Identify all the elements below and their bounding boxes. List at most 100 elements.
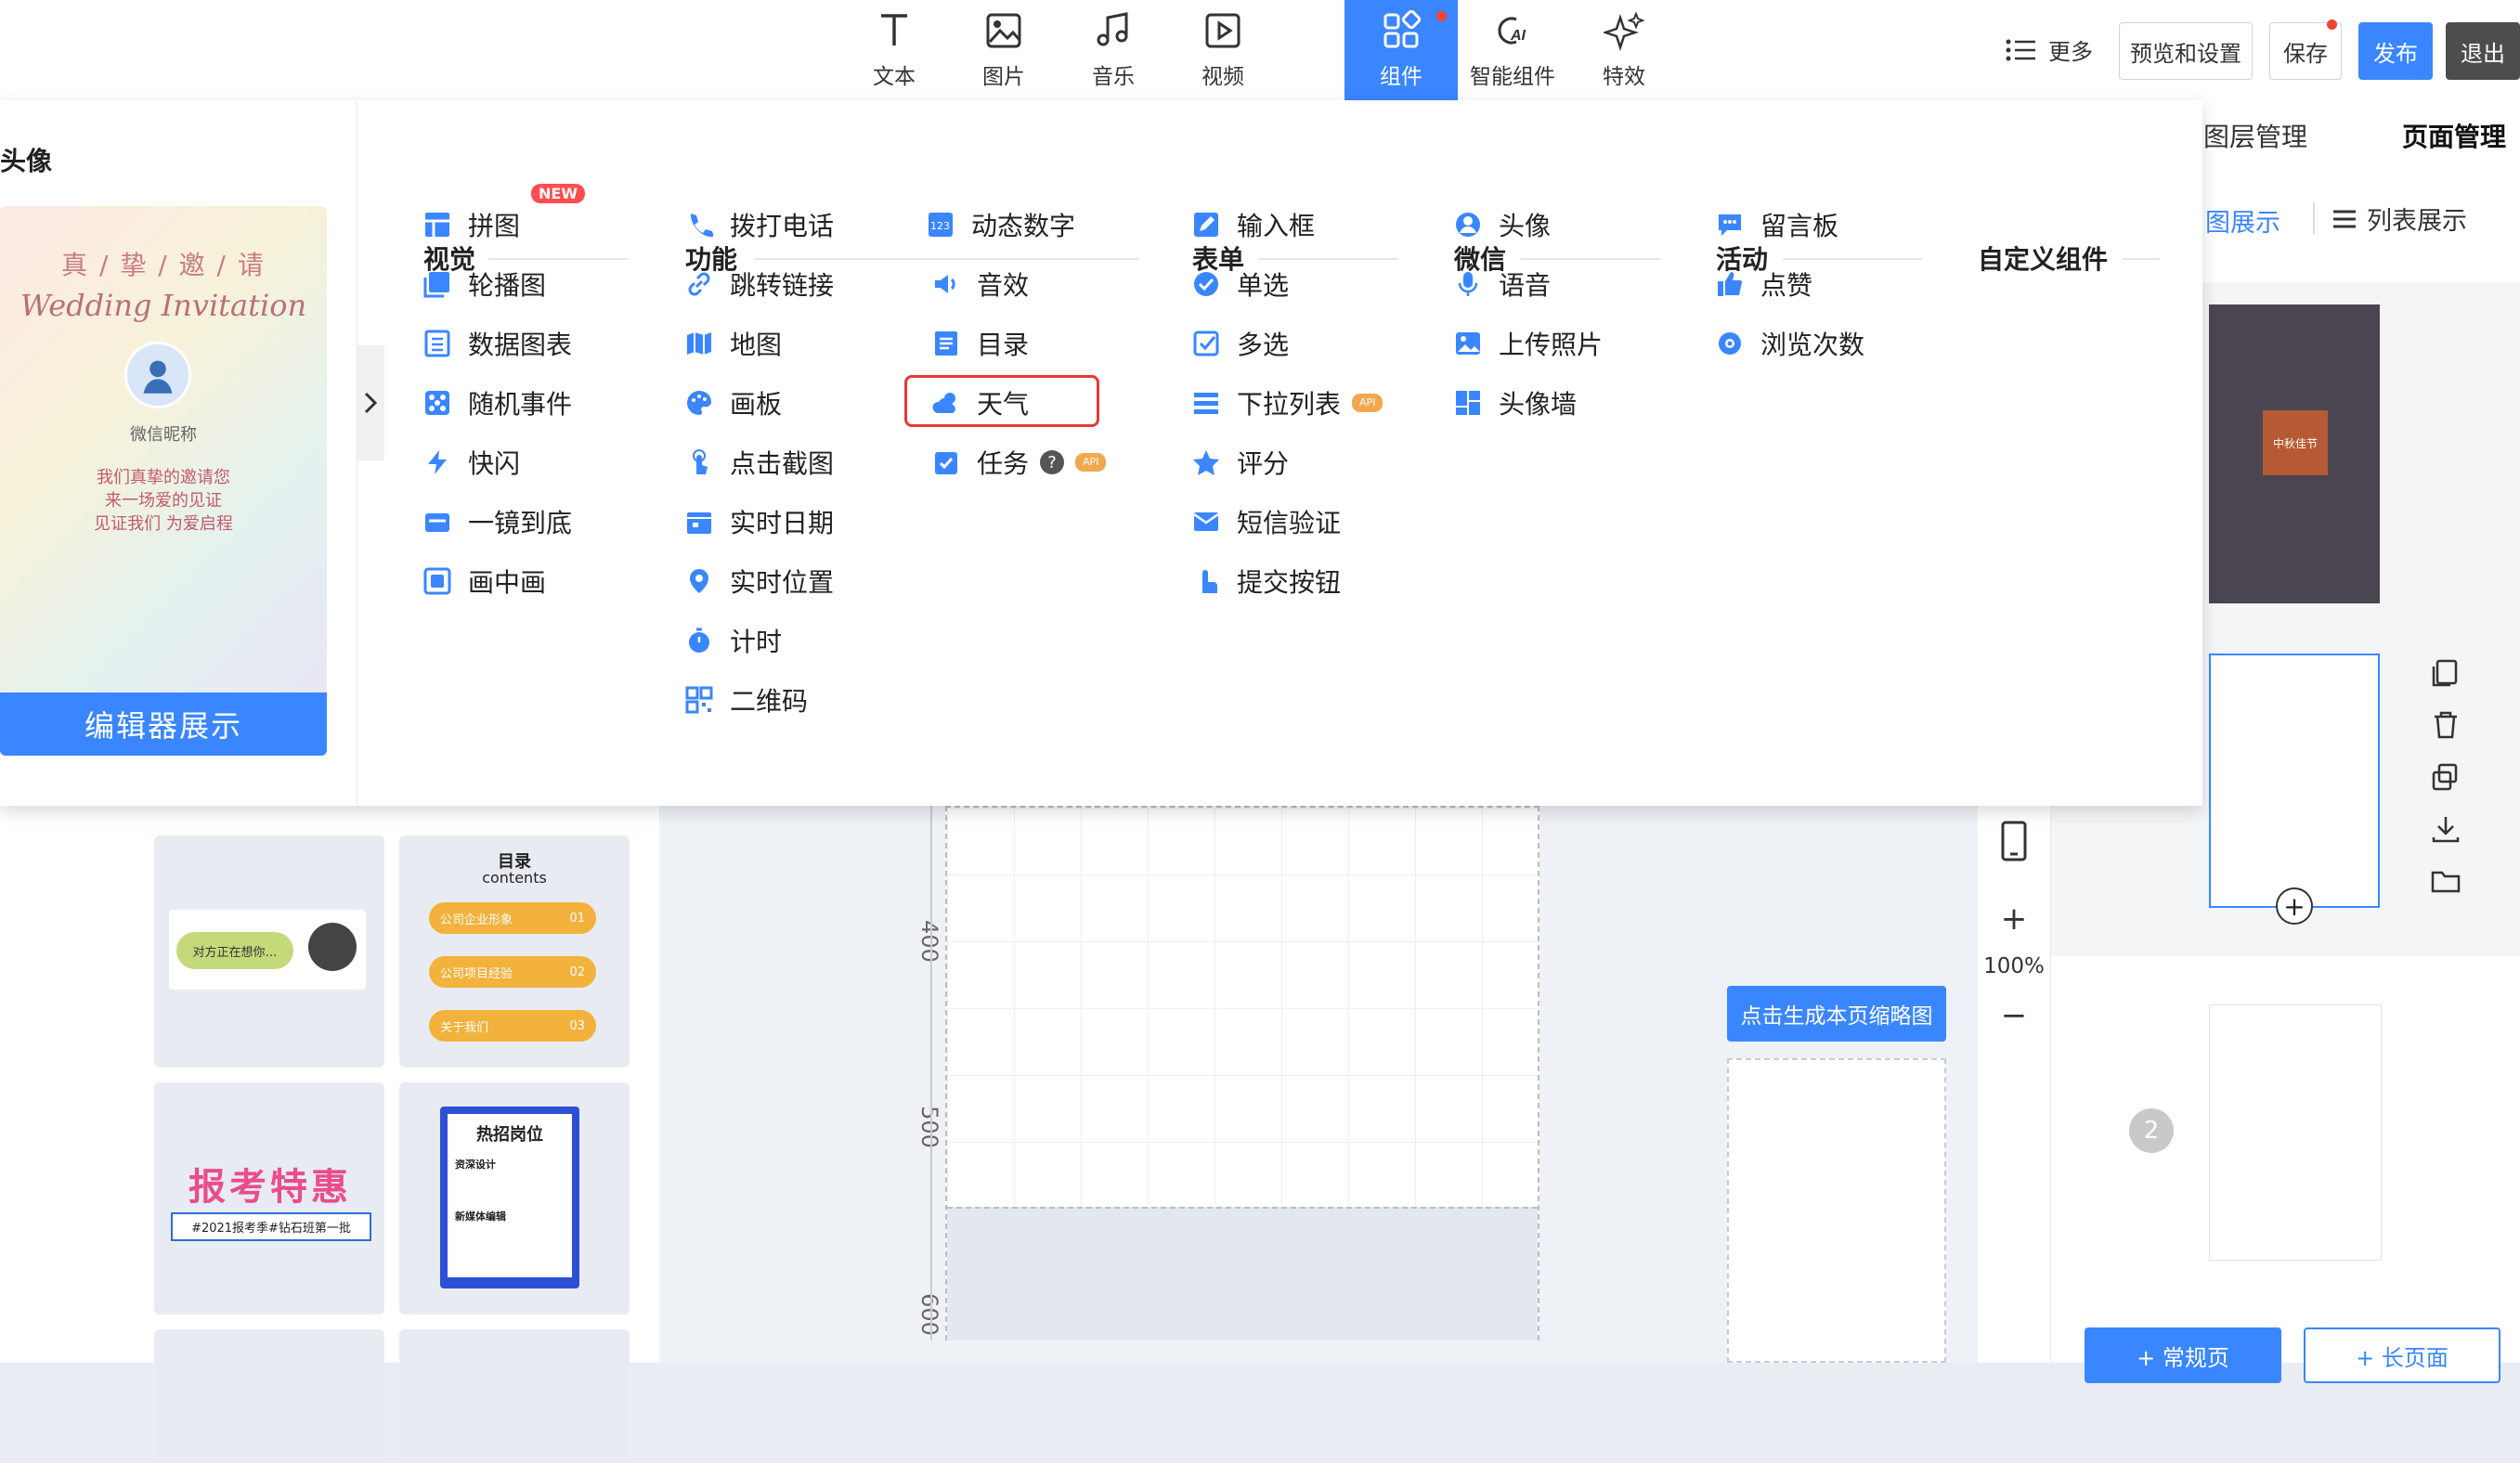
component-submit-button[interactable]: 提交按钮 [1192, 561, 1341, 602]
ai-icon: AI [1498, 17, 1526, 45]
page-thumbnail-1[interactable]: 中秋佳节 [2209, 304, 2380, 603]
tool-label: 组件 [1380, 65, 1422, 89]
component-upload-photo[interactable]: 上传照片 [1454, 323, 1603, 364]
add-page-icon[interactable]: + [2276, 887, 2313, 925]
job-card: 热招岗位 资深设计 新媒体编辑 [448, 1114, 572, 1277]
component-message-board[interactable]: 留言板 [1716, 204, 1838, 245]
component-label: 拼图 [468, 211, 521, 241]
component-click-screenshot[interactable]: 点击截图 [685, 442, 834, 483]
library-card-promo[interactable]: 报考特惠 #2021报考季#钻石班第一批 [154, 1082, 384, 1314]
component-input[interactable]: 输入框 [1192, 204, 1315, 245]
component-random-event[interactable]: 随机事件 [423, 382, 572, 423]
generate-thumbnail-button[interactable]: 点击生成本页缩略图 [1727, 986, 1946, 1042]
component-task[interactable]: 任务 ? API [932, 442, 1107, 483]
copy-icon[interactable] [2430, 657, 2462, 689]
component-avatar-wall[interactable]: 头像墙 [1454, 382, 1577, 423]
zoom-out-button[interactable]: − [1978, 997, 2050, 1034]
svg-text:AI: AI [1510, 28, 1526, 44]
exit-button[interactable]: 退出 [2446, 22, 2520, 80]
component-label: 头像 [1499, 211, 1552, 241]
component-data-chart[interactable]: 数据图表 [423, 323, 572, 364]
library-card[interactable] [399, 1329, 630, 1463]
component-realtime-location[interactable]: 实时位置 [685, 561, 834, 602]
image-tool-button[interactable]: 图片 [949, 0, 1059, 100]
library-card[interactable] [154, 1329, 384, 1463]
component-qrcode[interactable]: 二维码 [685, 680, 808, 720]
tab-pages[interactable]: 页面管理 [2402, 117, 2506, 154]
component-view-count[interactable]: 浏览次数 [1716, 323, 1864, 364]
grid-view-toggle[interactable]: 图展示 [2205, 202, 2280, 239]
help-icon[interactable]: ? [1040, 450, 1065, 474]
link-icon [685, 270, 713, 298]
component-label: 画中画 [468, 567, 547, 598]
trash-icon[interactable] [2430, 709, 2462, 741]
component-map[interactable]: 地图 [685, 323, 782, 364]
stopwatch-icon [685, 627, 713, 654]
component-multi-choice[interactable]: 多选 [1192, 323, 1289, 364]
component-like[interactable]: 点赞 [1716, 264, 1812, 304]
library-card-jobs[interactable]: 热招岗位 资深设计 新媒体编辑 [399, 1082, 630, 1314]
comment-icon [1716, 211, 1744, 239]
page-thumbnail-2[interactable] [2209, 654, 2380, 908]
star-icon [1192, 448, 1220, 476]
invite-script: Wedding Invitation [19, 288, 307, 323]
page-thumbnail-3[interactable] [2209, 1004, 2382, 1261]
component-one-shot[interactable]: 一镜到底 [423, 501, 572, 542]
component-flash[interactable]: 快闪 [423, 442, 520, 483]
component-timer[interactable]: 计时 [685, 620, 782, 661]
zoom-in-button[interactable]: + [1978, 900, 2050, 938]
video-tool-button[interactable]: 视频 [1168, 0, 1278, 100]
more-label: 更多 [2048, 39, 2093, 65]
component-dropdown[interactable]: 下拉列表 API [1192, 382, 1383, 423]
component-voice[interactable]: 语音 [1454, 264, 1551, 304]
component-realtime-date[interactable]: 实时日期 [685, 501, 834, 542]
music-tool-button[interactable]: 音乐 [1059, 0, 1168, 100]
component-label: 实时位置 [730, 567, 835, 598]
highlight-box [904, 375, 1099, 427]
preview-settings-button[interactable]: 预览和设置 [2119, 22, 2253, 80]
tab-layers[interactable]: 图层管理 [2203, 117, 2307, 154]
component-avatar[interactable]: 头像 [1454, 204, 1551, 245]
component-drawing-board[interactable]: 画板 [685, 382, 782, 423]
component-call[interactable]: 拨打电话 [685, 204, 834, 245]
duplicate-icon[interactable] [2430, 761, 2462, 793]
save-button[interactable]: 保存 [2269, 19, 2342, 80]
video-icon [1205, 13, 1241, 48]
component-sound-effect[interactable]: 音效 [932, 264, 1029, 304]
catalog-num: 03 [569, 1018, 585, 1033]
dice-icon [423, 389, 451, 417]
more-menu[interactable]: 更多 [2006, 33, 2093, 66]
component-picture-in-picture[interactable]: 画中画 [423, 561, 546, 602]
ai-component-button[interactable]: AI 智能组件 [1458, 0, 1567, 100]
thumbnail-image: 中秋佳节 [2263, 410, 2328, 475]
component-rating[interactable]: 评分 [1192, 442, 1289, 483]
component-link[interactable]: 跳转链接 [685, 264, 834, 304]
component-tool-button[interactable]: 组件 [1344, 0, 1458, 100]
component-dynamic-number[interactable]: 123 动态数字 [927, 204, 1075, 245]
component-catalog[interactable]: 目录 [932, 323, 1029, 364]
component-label: 提交按钮 [1237, 567, 1342, 598]
component-sms-verify[interactable]: 短信验证 [1192, 501, 1341, 542]
add-normal-page-button[interactable]: + 常规页 [2085, 1327, 2281, 1383]
component-puzzle[interactable]: 拼图 NEW [423, 184, 585, 245]
ruler-label: 500 [916, 1106, 942, 1148]
mobile-view-icon[interactable] [1994, 817, 2033, 867]
list-view-toggle[interactable]: 列表展示 [2332, 201, 2467, 237]
component-single-choice[interactable]: 单选 [1192, 264, 1289, 304]
component-label: 跳转链接 [730, 270, 835, 301]
publish-button[interactable]: 发布 [2358, 22, 2433, 80]
divider [1783, 258, 1922, 260]
ruler-label: 600 [916, 1293, 942, 1336]
library-card-chat[interactable]: 对方正在想你… [154, 835, 384, 1068]
download-icon[interactable] [2430, 813, 2462, 845]
qrcode-icon [685, 686, 713, 714]
svg-text:123: 123 [930, 220, 950, 232]
chart-list-icon [423, 330, 451, 357]
text-tool-button[interactable]: 文本 [839, 0, 949, 100]
effects-tool-button[interactable]: 特效 [1569, 0, 1679, 100]
collapse-arrow[interactable] [357, 345, 384, 460]
component-carousel[interactable]: 轮播图 [423, 264, 546, 304]
add-long-page-button[interactable]: + 长页面 [2304, 1327, 2501, 1383]
folder-icon[interactable] [2430, 865, 2462, 897]
library-card-catalog[interactable]: 目录 contents 公司企业形象 01 公司项目经验 02 关于我们 03 [399, 835, 630, 1068]
